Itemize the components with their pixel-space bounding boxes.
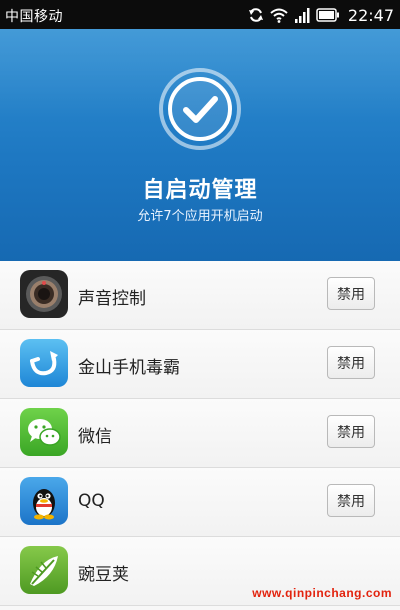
disable-button[interactable]: 禁用: [327, 346, 375, 379]
kingsoft-antivirus-icon: [20, 339, 68, 387]
disable-button[interactable]: 禁用: [327, 415, 375, 448]
wandoujia-icon: [20, 546, 68, 594]
app-name: 声音控制: [78, 289, 146, 309]
app-list: 声音控制 禁用 金山手机毒霸 禁用 微信 禁用 QQ 禁用 豌豆荚: [0, 261, 400, 610]
watermark: www.qinpinchang.com: [252, 586, 392, 600]
list-item: 微信 禁用: [0, 399, 400, 468]
list-item: 声音控制 禁用: [0, 261, 400, 330]
header-banner: 自启动管理 允许7个应用开机启动: [0, 29, 400, 261]
screen: 中国移动 22:47 自启动管理 允许7个应用开机启动 声音控制 禁用 金山手机…: [0, 0, 400, 610]
app-name: 豌豆荚: [78, 565, 129, 585]
qq-icon: [20, 477, 68, 525]
sound-control-icon: [20, 270, 68, 318]
list-item: QQ 禁用: [0, 468, 400, 537]
app-name: 金山手机毒霸: [78, 358, 180, 378]
status-bar: 中国移动 22:47: [0, 0, 400, 29]
carrier-label: 中国移动: [5, 9, 63, 25]
app-name: 微信: [78, 427, 112, 447]
wechat-icon: [20, 408, 68, 456]
clock: 22:47: [347, 5, 394, 25]
disable-button[interactable]: 禁用: [327, 277, 375, 310]
battery-icon: [316, 8, 339, 22]
list-item: 金山手机毒霸 禁用: [0, 330, 400, 399]
sync-icon: [248, 8, 263, 22]
disable-button[interactable]: 禁用: [327, 484, 375, 517]
page-title: 自启动管理: [142, 178, 258, 203]
checkmark-icon: [159, 68, 241, 150]
app-name: QQ: [78, 491, 105, 511]
signal-icon: [294, 7, 310, 23]
page-subtitle: 允许7个应用开机启动: [137, 209, 263, 224]
status-icons: 22:47: [248, 4, 394, 26]
wifi-icon: [270, 8, 288, 23]
